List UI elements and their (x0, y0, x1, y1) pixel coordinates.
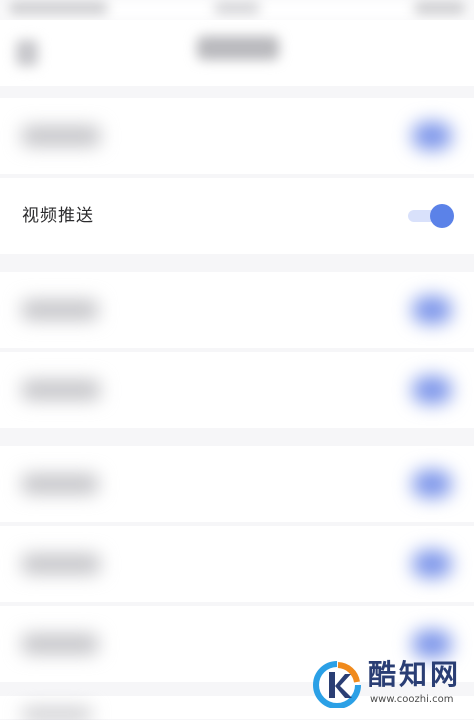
toggle-switch[interactable] (412, 376, 452, 404)
setting-row-blurred-5[interactable] (0, 526, 474, 602)
watermark-name: 酷知网 (368, 658, 462, 691)
toggle-switch[interactable] (412, 296, 452, 324)
navigation-bar (0, 20, 474, 86)
setting-row-label (22, 708, 92, 720)
status-bar-time (214, 2, 260, 14)
setting-row-label: 视频推送 (22, 206, 94, 226)
setting-row-blurred-2[interactable] (0, 272, 474, 348)
status-bar-right (414, 2, 466, 14)
watermark-url: www.coozhi.com (370, 694, 454, 705)
setting-row-blurred-3[interactable] (0, 352, 474, 428)
watermark: 酷知网 www.coozhi.com (312, 656, 472, 716)
toggle-switch[interactable] (412, 630, 452, 658)
setting-row-label (22, 474, 98, 494)
video-push-toggle[interactable] (408, 203, 454, 229)
toggle-switch[interactable] (412, 550, 452, 578)
setting-row-label (22, 300, 98, 320)
status-bar (0, 0, 474, 20)
back-arrow-icon[interactable] (16, 40, 38, 66)
toggle-knob (430, 204, 454, 228)
setting-row-label (22, 380, 100, 400)
setting-row-label (22, 634, 98, 654)
toggle-switch[interactable] (412, 122, 452, 150)
setting-row-blurred-1[interactable] (0, 98, 474, 174)
setting-row-label (22, 554, 100, 574)
watermark-logo-icon (313, 661, 361, 708)
setting-row-blurred-4[interactable] (0, 446, 474, 522)
setting-row-label (22, 126, 100, 146)
toggle-switch[interactable] (412, 470, 452, 498)
page-title (197, 36, 279, 60)
status-bar-left (8, 2, 108, 14)
